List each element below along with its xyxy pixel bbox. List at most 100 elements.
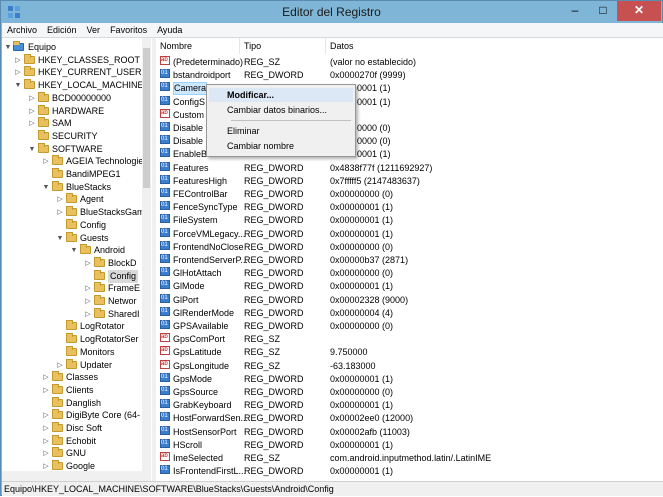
tree-node[interactable]: Config (2, 218, 142, 232)
tree-node-label[interactable]: AGEIA Technologie (66, 155, 143, 168)
value-name[interactable]: HostSensorPort (173, 426, 237, 439)
value-name[interactable]: (Predeterminado) (173, 56, 243, 69)
value-name[interactable]: GpsMode (173, 373, 212, 386)
tree-node-label[interactable]: Classes (66, 371, 98, 384)
context-menu-modificar[interactable]: Modificar... (209, 88, 353, 102)
tree-scroll-thumb[interactable] (143, 48, 150, 188)
tree-node[interactable]: Config (2, 269, 142, 283)
tree-node[interactable]: ▷ AGEIA Technologie (2, 155, 143, 168)
tree-node[interactable]: ▷ HKEY_CLASSES_ROOT (2, 53, 142, 67)
expand-toggle-icon[interactable]: ▷ (14, 54, 22, 67)
tree-node[interactable]: ▷ Echobit (2, 434, 142, 448)
tree-node-label[interactable]: Echobit (66, 435, 96, 448)
tree-node[interactable]: ▷ Updater (2, 358, 142, 372)
tree-node-label[interactable]: HKEY_CLASSES_ROOT (38, 54, 140, 67)
value-name[interactable]: bstandroidport (173, 69, 231, 82)
value-name[interactable]: FrontendServerP... (173, 254, 248, 267)
value-name[interactable]: FileSystem (173, 214, 218, 227)
tree-node[interactable]: ▼ HKEY_LOCAL_MACHINE (2, 79, 144, 92)
expand-toggle-icon[interactable]: ▷ (42, 384, 50, 397)
tree-node[interactable]: LogRotatorSer (2, 333, 142, 346)
value-row[interactable]: (Predeterminado)REG_SZ (valor no establec… (156, 54, 663, 69)
value-row[interactable]: GPSAvailable REG_DWORD 0x00000000 (0) (156, 318, 663, 333)
column-header-type[interactable]: Tipo (240, 38, 326, 54)
tree-node[interactable]: LogRotator (2, 320, 142, 333)
value-row[interactable]: GrabKeyboard REG_DWORD 0x00000001 (1) (156, 397, 663, 412)
value-row[interactable]: ForceVMLegacy...REG_DWORD 0x00000001 (1) (156, 226, 663, 241)
value-name[interactable]: IsFrontendFirstL... (173, 465, 246, 478)
value-name[interactable]: Disable (173, 135, 203, 148)
tree-node-label[interactable]: Agent (80, 193, 104, 206)
value-name[interactable]: GpsLatitude (173, 346, 222, 359)
tree-node[interactable]: ▷ Agent (2, 193, 142, 206)
tree-node-label[interactable]: BCD00000000 (52, 92, 111, 105)
tree-node-label[interactable]: SECURITY (52, 130, 98, 143)
expand-toggle-icon[interactable]: ▷ (84, 308, 92, 321)
tree-node[interactable]: ▷ Disc Soft (2, 422, 142, 435)
value-row[interactable]: GlRenderMode REG_DWORD 0x00000004 (4) (156, 305, 663, 320)
context-menu-cambiar-nombre[interactable]: Cambiar nombre (209, 139, 353, 153)
column-header-name[interactable]: Nombre (156, 38, 240, 54)
tree-node-label[interactable]: LogRotator (80, 320, 125, 333)
value-row[interactable]: FrontendNoCloseREG_DWORD 0x00000000 (0) (156, 239, 663, 254)
tree-node-label[interactable]: GNU (66, 447, 86, 460)
value-row[interactable]: GlHotAttach REG_DWORD 0x00000000 (0) (156, 265, 663, 280)
registry-tree[interactable]: ▼ Equipo ▷ HKEY_CLASSES_ROOT ▷ HKEY_CURRENT_U… (2, 38, 152, 482)
value-name[interactable]: ForceVMLegacy... (173, 228, 245, 241)
menu-ayuda[interactable]: Ayuda (152, 23, 187, 37)
tree-node-label[interactable]: BlueStacksGam (80, 206, 145, 219)
value-row[interactable]: HScroll REG_DWORD 0x00000001 (1) (156, 437, 663, 452)
tree-node-label[interactable]: Config (108, 269, 139, 283)
value-name[interactable]: GrabKeyboard (173, 399, 232, 412)
value-name[interactable]: ConfigS (173, 96, 205, 109)
menu-archivo[interactable]: Archivo (2, 23, 42, 37)
tree-node[interactable]: ▼ Equipo (2, 41, 142, 54)
context-menu-cambiar-datos-binarios[interactable]: Cambiar datos binarios... (209, 103, 353, 117)
tree-node[interactable]: ▷ Networ (2, 295, 142, 308)
value-name[interactable]: Custom (173, 109, 204, 122)
value-name[interactable]: FEControlBar (173, 188, 228, 201)
tree-node-label[interactable]: Equipo (28, 41, 56, 54)
value-row[interactable]: GlMode REG_DWORD 0x00000001 (1) (156, 278, 663, 293)
value-name[interactable]: Disable (173, 122, 203, 135)
menu-edicion[interactable]: Edición (42, 23, 82, 37)
value-row[interactable]: FeaturesHigh REG_DWORD 0x7fffff5 (21474836… (156, 173, 663, 188)
tree-node[interactable]: ▷ BlockD (2, 256, 142, 270)
tree-node[interactable]: ▷ BlueStacksGam (2, 206, 145, 219)
tree-node-label[interactable]: LogRotatorSer (80, 333, 139, 346)
expand-toggle-icon[interactable]: ▼ (14, 79, 22, 92)
value-row[interactable]: FenceSyncType REG_DWORD 0x00000001 (1) (156, 199, 663, 214)
value-row[interactable]: GpsLongitude REG_SZ -63.183000 (156, 358, 663, 373)
title-bar[interactable]: Editor del Registro – □ ✕ (1, 1, 662, 23)
expand-toggle-icon[interactable]: ▼ (70, 244, 78, 257)
tree-node-label[interactable]: HKEY_CURRENT_USER (38, 66, 142, 79)
expand-toggle-icon[interactable]: ▷ (42, 422, 50, 435)
tree-node[interactable]: BandiMPEG1 (2, 168, 142, 181)
value-row[interactable]: FileSystem REG_DWORD 0x00000001 (1) (156, 212, 663, 227)
value-row[interactable]: IsFrontendFirstL...REG_DWORD 0x00000001 (… (156, 463, 663, 478)
tree-node-label[interactable]: SOFTWARE (52, 143, 103, 156)
expand-toggle-icon[interactable]: ▷ (28, 117, 36, 130)
tree-node[interactable]: ▼ SOFTWARE (2, 142, 142, 156)
menu-favoritos[interactable]: Favoritos (105, 23, 152, 37)
tree-node-label[interactable]: Android (94, 244, 125, 257)
minimize-button[interactable]: – (561, 1, 589, 21)
tree-node[interactable]: ▷ SAM (2, 117, 142, 130)
value-name[interactable]: ImeSelected (173, 452, 223, 465)
value-row[interactable]: Features REG_DWORD 0x4838f77f (1211692927) (156, 160, 663, 175)
tree-node-label[interactable]: HARDWARE (52, 105, 104, 118)
value-name[interactable]: Features (173, 162, 209, 175)
value-row[interactable]: bstandroidport REG_DWORD 0x0000270f (9999) (156, 67, 663, 82)
tree-node[interactable]: ▼ BlueStacks (2, 180, 142, 194)
tree-node-label[interactable]: SharedI (108, 308, 140, 321)
value-row[interactable]: FEControlBar REG_DWORD 0x00000000 (0) (156, 186, 663, 201)
value-name[interactable]: GPSAvailable (173, 320, 228, 333)
value-name[interactable]: HScroll (173, 439, 202, 452)
expand-toggle-icon[interactable]: ▷ (42, 435, 50, 448)
tree-node[interactable]: ▷ GNU (2, 447, 142, 460)
tree-node[interactable]: Danglish (2, 396, 142, 410)
tree-node[interactable]: ▷ Classes (2, 371, 142, 384)
value-name[interactable]: HostForwardSen... (173, 412, 248, 425)
tree-node[interactable]: ▷ BCD00000000 (2, 91, 142, 105)
tree-node[interactable]: ▷ HARDWARE (2, 104, 142, 118)
